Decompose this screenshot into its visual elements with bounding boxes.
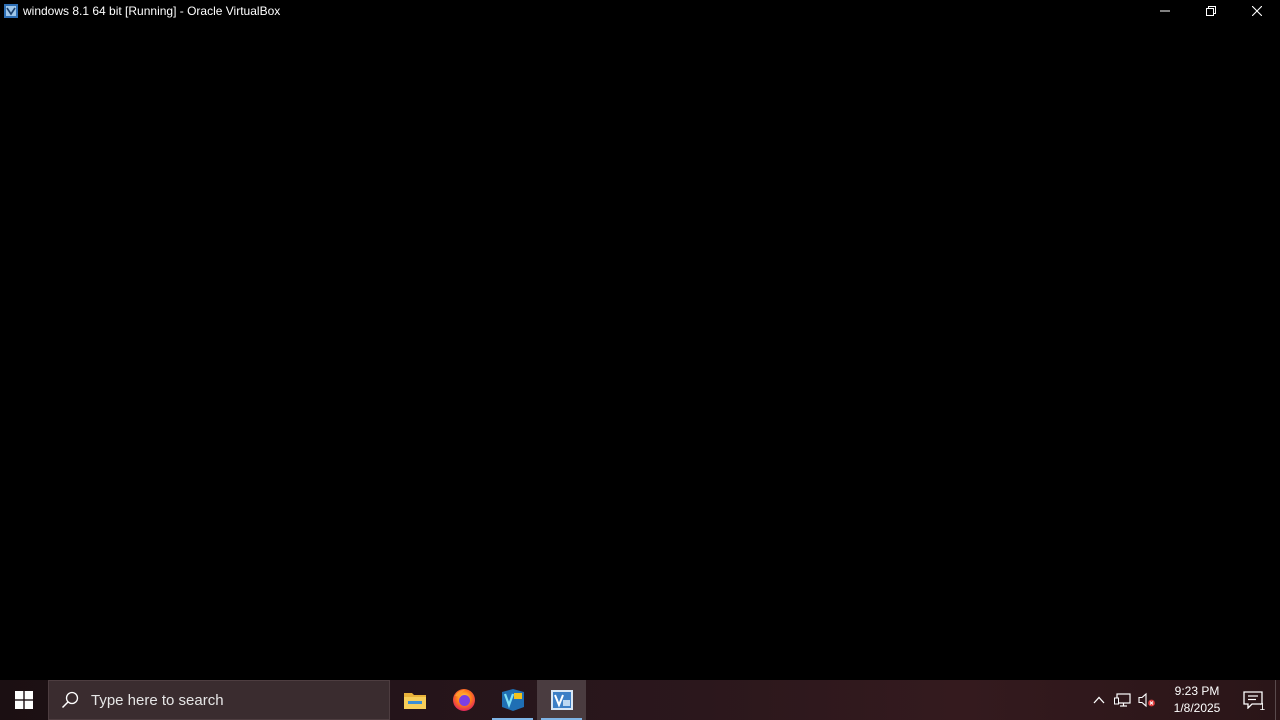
notification-count: 1 [1259, 702, 1265, 713]
virtualbox-icon [3, 3, 19, 19]
show-desktop-button[interactable] [1275, 680, 1280, 720]
action-center-button[interactable]: 1 [1231, 680, 1275, 720]
minimize-button[interactable] [1142, 0, 1188, 22]
chevron-up-icon [1093, 696, 1105, 704]
firefox-icon [452, 689, 475, 711]
show-hidden-icons-button[interactable] [1087, 680, 1111, 720]
close-icon [1252, 6, 1262, 16]
network-button[interactable] [1111, 680, 1135, 720]
restore-icon [1206, 6, 1216, 16]
taskbar-app-virtualbox-manager[interactable] [488, 680, 537, 720]
system-tray: 9:23 PM 1/8/2025 1 [1087, 680, 1280, 720]
virtualbox-vm-icon [550, 690, 573, 710]
clock-date: 1/8/2025 [1173, 701, 1221, 715]
taskbar: Type here to search 9:23 PM 1/8/2025 1 [0, 680, 1280, 720]
search-placeholder: Type here to search [91, 691, 224, 709]
restore-button[interactable] [1188, 0, 1234, 22]
search-icon [61, 691, 79, 709]
vm-display[interactable] [0, 22, 1280, 680]
minimize-icon [1160, 10, 1170, 12]
window-title: windows 8.1 64 bit [Running] - Oracle Vi… [23, 4, 281, 18]
close-button[interactable] [1234, 0, 1280, 22]
volume-button[interactable] [1135, 680, 1159, 720]
start-button[interactable] [0, 680, 48, 720]
clock-time: 9:23 PM [1174, 684, 1220, 698]
folder-icon [403, 693, 426, 709]
window-controls [1142, 0, 1280, 22]
taskbar-app-file-explorer[interactable] [390, 680, 439, 720]
window-titlebar[interactable]: windows 8.1 64 bit [Running] - Oracle Vi… [0, 0, 1280, 22]
taskbar-app-firefox[interactable] [439, 680, 488, 720]
taskbar-app-virtualbox-vm[interactable] [537, 680, 586, 720]
volume-muted-icon [1138, 692, 1155, 708]
taskbar-search-box[interactable]: Type here to search [48, 680, 390, 720]
network-icon [1114, 693, 1131, 707]
virtualbox-icon [501, 689, 524, 711]
taskbar-clock[interactable]: 9:23 PM 1/8/2025 [1163, 680, 1231, 720]
windows-logo-icon [15, 691, 33, 709]
